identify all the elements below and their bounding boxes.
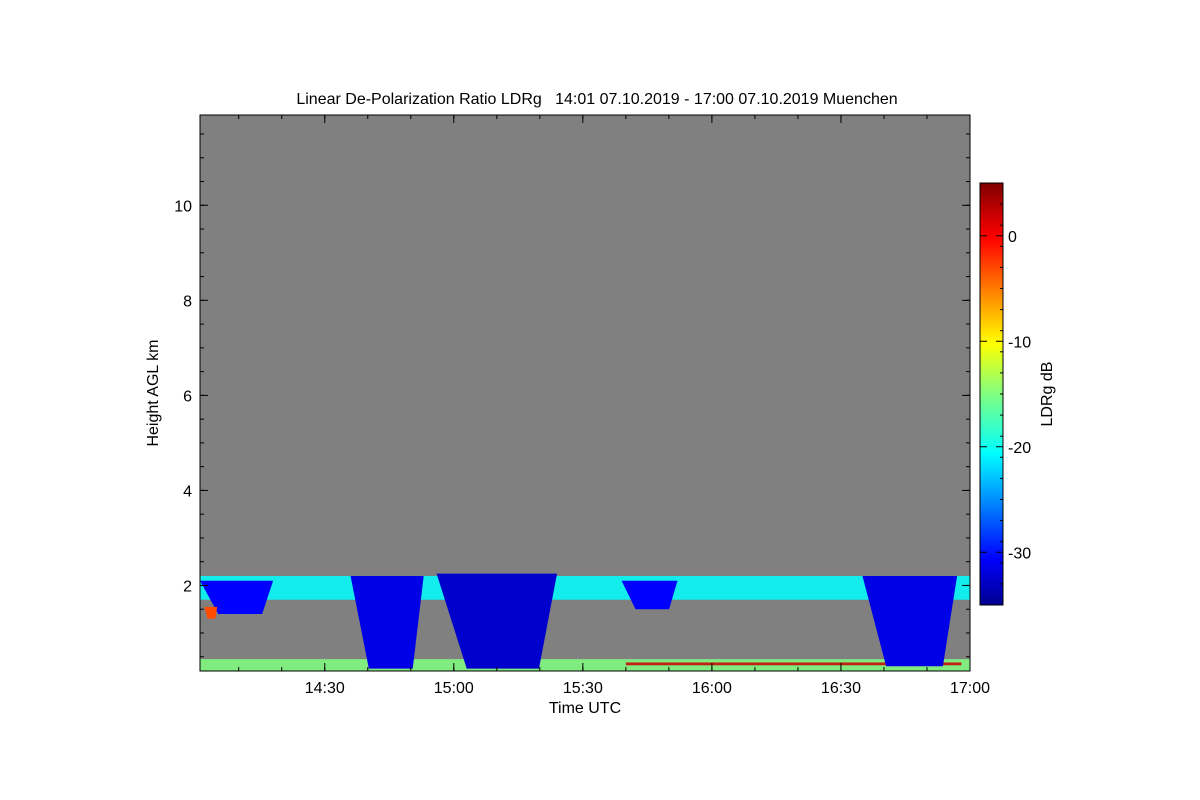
plot-area: 14:30 15:00 15:30 16:00 16:30 17:00 2 4 6 8 10 (174, 114, 990, 697)
x-tick-label-5: 17:00 (950, 680, 990, 697)
cb-tick-label-0: 0 (1008, 229, 1017, 246)
cb-tick-label-1: -10 (1008, 334, 1031, 351)
cb-tick-label-3: -30 (1008, 545, 1031, 562)
colorbar-gradient (979, 182, 1004, 606)
y-tick-label-0: 2 (183, 578, 192, 595)
layer-0 (200, 575, 970, 600)
x-tick-label-0: 14:30 (305, 680, 345, 697)
y-axis-label: Height AGL km (145, 339, 162, 446)
colorbar-label: LDRg dB (1039, 362, 1056, 427)
cb-tick-label-2: -20 (1008, 440, 1031, 457)
x-tick-label-4: 16:30 (821, 680, 861, 697)
colorbar: 0 -10 -20 -30 LDRg dB (979, 182, 1056, 606)
chart-title: Linear De-Polarization Ratio LDRg 14:01 … (296, 91, 897, 108)
x-tick-label-3: 16:00 (692, 680, 732, 697)
y-tick-label-3: 8 (183, 293, 192, 310)
y-tick-label-4: 10 (174, 198, 192, 215)
x-tick-label-2: 15:30 (563, 680, 603, 697)
ldr-figure: Linear De-Polarization Ratio LDRg 14:01 … (145, 91, 1056, 717)
x-tick-label-1: 15:00 (434, 680, 474, 697)
y-tick-label-1: 4 (183, 483, 192, 500)
x-axis-label: Time UTC (549, 700, 621, 717)
y-tick-label-2: 6 (183, 388, 192, 405)
